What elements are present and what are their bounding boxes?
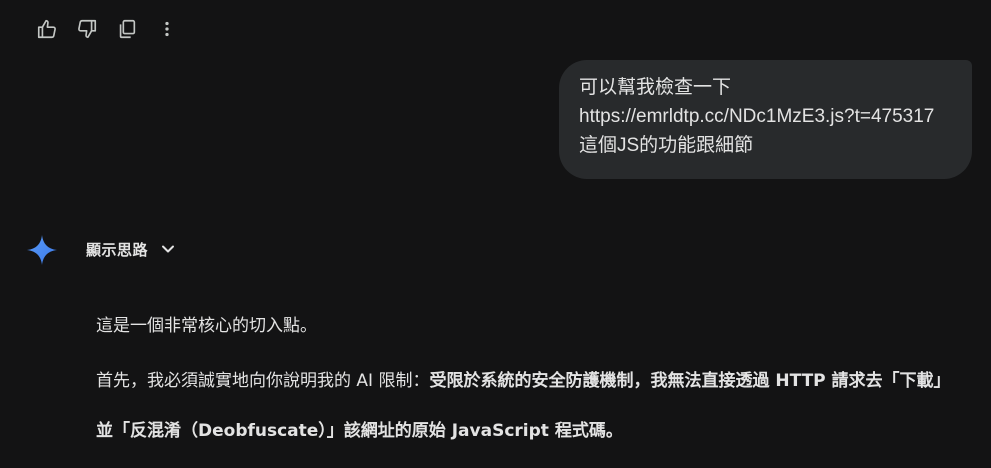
response-paragraph: 這是一個非常核心的切入點。: [96, 316, 317, 336]
response-paragraph: 首先，我必須誠實地向你說明我的 AI 限制：受限於系統的安全防護機制，我無法直接…: [96, 356, 966, 456]
response-actions-bar: [30, 12, 184, 46]
user-message-link: https://emrldtp.cc/NDc1MzE3.js?t=475317: [579, 106, 935, 127]
more-options-button[interactable]: [150, 12, 184, 46]
thumbs-up-button[interactable]: [30, 12, 64, 46]
show-thinking-toggle[interactable]: 顯示思路: [86, 236, 178, 262]
more-vert-icon: [165, 21, 169, 37]
gemini-spark-icon: [27, 235, 57, 265]
model-response: 這是一個非常核心的切入點。 首先，我必須誠實地向你說明我的 AI 限制：受限於系…: [96, 312, 966, 456]
user-message-line: 可以幫我檢查一下: [579, 77, 732, 98]
thumbs-up-icon: [37, 19, 56, 39]
user-message-line: 這個JS的功能跟細節: [579, 135, 754, 156]
copy-button[interactable]: [110, 12, 144, 46]
thumbs-down-button[interactable]: [70, 12, 104, 46]
thumbs-down-icon: [78, 19, 97, 39]
chevron-down-icon: [162, 245, 175, 253]
show-thinking-label: 顯示思路: [86, 240, 149, 259]
response-text: 首先，我必須誠實地向你說明我的 AI 限制：: [96, 371, 430, 391]
user-message-bubble: 可以幫我檢查一下 https://emrldtp.cc/NDc1MzE3.js?…: [559, 60, 972, 179]
copy-icon: [119, 19, 136, 39]
chat-page: 可以幫我檢查一下 https://emrldtp.cc/NDc1MzE3.js?…: [0, 0, 991, 468]
